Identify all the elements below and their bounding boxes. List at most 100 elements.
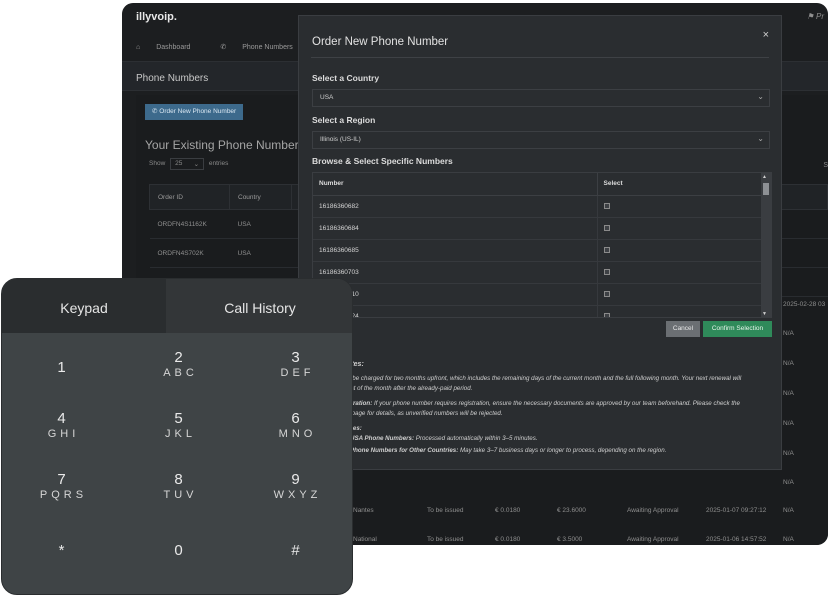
select-checkbox[interactable] bbox=[603, 224, 610, 231]
key-2[interactable]: 2 ABC bbox=[120, 339, 237, 400]
select-cell bbox=[597, 283, 762, 306]
note-registration: gistration: If your phone number require… bbox=[312, 399, 772, 409]
order-button-label: Order New Phone Number bbox=[159, 108, 237, 115]
chevron-down-icon: ⌄ bbox=[757, 92, 764, 101]
table-row[interactable]: 16186360724 bbox=[313, 305, 762, 317]
status-cell: To be issued bbox=[427, 536, 464, 543]
nav-dashboard-label: Dashboard bbox=[156, 44, 191, 51]
col-number: Number bbox=[313, 173, 598, 196]
key-5[interactable]: 5 JKL bbox=[120, 400, 237, 461]
table-row[interactable]: 16186360685 bbox=[313, 239, 762, 262]
cancel-button[interactable]: Cancel bbox=[666, 321, 700, 337]
key-letters: JKL bbox=[165, 428, 196, 440]
renewal-cell: N/A bbox=[783, 507, 794, 514]
key-digit: 0 bbox=[174, 542, 183, 559]
phone-icon: ✆ bbox=[152, 108, 158, 115]
numbers-header-row: Number Select bbox=[313, 173, 762, 196]
table-row[interactable]: 16186360703 bbox=[313, 261, 762, 284]
note-registration-text: If your phone number requires registrati… bbox=[372, 400, 740, 407]
select-cell bbox=[597, 261, 762, 284]
key-digit: 8 bbox=[174, 471, 183, 488]
key-7[interactable]: 7 PQRS bbox=[3, 461, 120, 522]
select-checkbox[interactable] bbox=[603, 312, 610, 317]
name-cell: National bbox=[353, 536, 377, 543]
notes-heading: Notes: bbox=[312, 360, 772, 370]
key-letters: WXYZ bbox=[273, 489, 322, 501]
key-3[interactable]: 3 DEF bbox=[237, 339, 352, 400]
numbers-table-wrap[interactable]: Number Select 16186360682 16186360684 16… bbox=[312, 172, 772, 318]
scroll-thumb[interactable] bbox=[763, 183, 769, 195]
scroll-up-icon[interactable]: ▲ bbox=[762, 174, 767, 180]
col-order-id[interactable]: Order ID bbox=[149, 184, 230, 210]
order-new-number-button[interactable]: ✆ Order New Phone Number bbox=[145, 104, 244, 120]
key-digit: 7 bbox=[57, 471, 66, 488]
select-checkbox[interactable] bbox=[603, 268, 610, 275]
dialer-widget: Keypad Call History 1 2 ABC 3 DEF 4 GHI 5 JK… bbox=[1, 278, 353, 595]
region-select[interactable]: Illinois (US-IL) ⌄ bbox=[312, 131, 770, 149]
note-registration-cont: ⛓ page for details, as unverified number… bbox=[312, 409, 772, 419]
chevron-down-icon: ⌄ bbox=[757, 134, 764, 143]
status-badge: Awaiting Approval bbox=[627, 507, 679, 514]
table-row[interactable]: 16186360682 bbox=[313, 195, 762, 218]
home-icon: ⌂ bbox=[136, 44, 141, 51]
renewal-value: 2025-02-28 03 bbox=[783, 301, 826, 308]
renewal-value: N/A bbox=[783, 360, 794, 367]
close-icon[interactable]: × bbox=[763, 29, 769, 41]
table-row[interactable]: 16186360710 bbox=[313, 283, 762, 306]
key-hash[interactable]: # bbox=[237, 522, 352, 583]
key-1[interactable]: 1 bbox=[3, 339, 120, 400]
numbers-table: Number Select 16186360682 16186360684 16… bbox=[313, 173, 762, 317]
nav-phone-numbers-label: Phone Numbers bbox=[242, 44, 293, 51]
table-row[interactable]: 16186360684 bbox=[313, 217, 762, 240]
key-4[interactable]: 4 GHI bbox=[3, 400, 120, 461]
nav-dashboard[interactable]: ⌂ Dashboard bbox=[136, 44, 204, 51]
select-checkbox[interactable] bbox=[603, 202, 610, 209]
number-cell: 16186360710 bbox=[313, 283, 598, 306]
nav-phone-numbers[interactable]: ✆ Phone Numbers bbox=[220, 44, 306, 51]
date-cell: 2025-01-06 14:57:52 bbox=[706, 536, 767, 543]
key-digit: * bbox=[58, 542, 65, 559]
key-digit: 4 bbox=[57, 410, 66, 427]
order-id-cell: ORDFN4S702K bbox=[149, 238, 230, 268]
region-value: Illinois (US-IL) bbox=[320, 136, 361, 143]
key-6[interactable]: 6 MNO bbox=[237, 400, 352, 461]
existing-numbers-title: Your Existing Phone Numbers bbox=[145, 138, 305, 152]
key-digit: 2 bbox=[174, 349, 183, 366]
status-badge: Awaiting Approval bbox=[627, 536, 679, 543]
col-country[interactable]: Country bbox=[229, 184, 292, 210]
number-cell: 16186360724 bbox=[313, 305, 598, 317]
scroll-down-icon[interactable]: ▼ bbox=[762, 311, 767, 317]
key-digit: 9 bbox=[291, 471, 300, 488]
key-letters: GHI bbox=[47, 428, 80, 440]
amount-cell: € 3.5000 bbox=[557, 536, 583, 543]
note-registration-cont-text: page for details, as unverified numbers … bbox=[351, 410, 503, 417]
country-label: Select a Country bbox=[312, 73, 380, 83]
chevron-down-icon: ⌄ bbox=[193, 161, 200, 168]
confirm-selection-button[interactable]: Confirm Selection bbox=[703, 321, 772, 337]
key-8[interactable]: 8 TUV bbox=[120, 461, 237, 522]
amount-cell: € 23.6000 bbox=[557, 507, 586, 514]
stage: illyvoip. ⚑ Pr ⌂ Dashboard ✆ Phone Numbe… bbox=[0, 0, 829, 596]
select-cell bbox=[597, 217, 762, 240]
user-menu-label: Pr bbox=[816, 12, 824, 21]
renewal-value: N/A bbox=[783, 450, 794, 457]
select-cell bbox=[597, 305, 762, 317]
user-menu-link[interactable]: ⚑ Pr bbox=[807, 12, 824, 21]
key-digit: 6 bbox=[291, 410, 300, 427]
key-letters: ABC bbox=[163, 367, 198, 379]
tab-keypad[interactable]: Keypad bbox=[2, 279, 166, 333]
note-billing-cont: e 1st of the month after the already-pai… bbox=[342, 385, 473, 392]
note-billing: will be charged for two months upfront, … bbox=[342, 375, 742, 382]
select-checkbox[interactable] bbox=[603, 290, 610, 297]
key-star[interactable]: * bbox=[3, 522, 120, 583]
key-letters: TUV bbox=[163, 489, 198, 501]
key-9[interactable]: 9 WXYZ bbox=[237, 461, 352, 522]
region-label: Select a Region bbox=[312, 115, 376, 125]
select-checkbox[interactable] bbox=[603, 246, 610, 253]
phone-icon: ✆ bbox=[220, 44, 227, 51]
entries-select[interactable]: 25 ⌄ bbox=[170, 158, 205, 170]
key-0[interactable]: 0 bbox=[120, 522, 237, 583]
country-select[interactable]: USA ⌄ bbox=[312, 89, 770, 107]
numbers-scrollbar[interactable]: ▲ ▼ bbox=[761, 173, 771, 317]
tab-call-history[interactable]: Call History bbox=[166, 279, 352, 333]
